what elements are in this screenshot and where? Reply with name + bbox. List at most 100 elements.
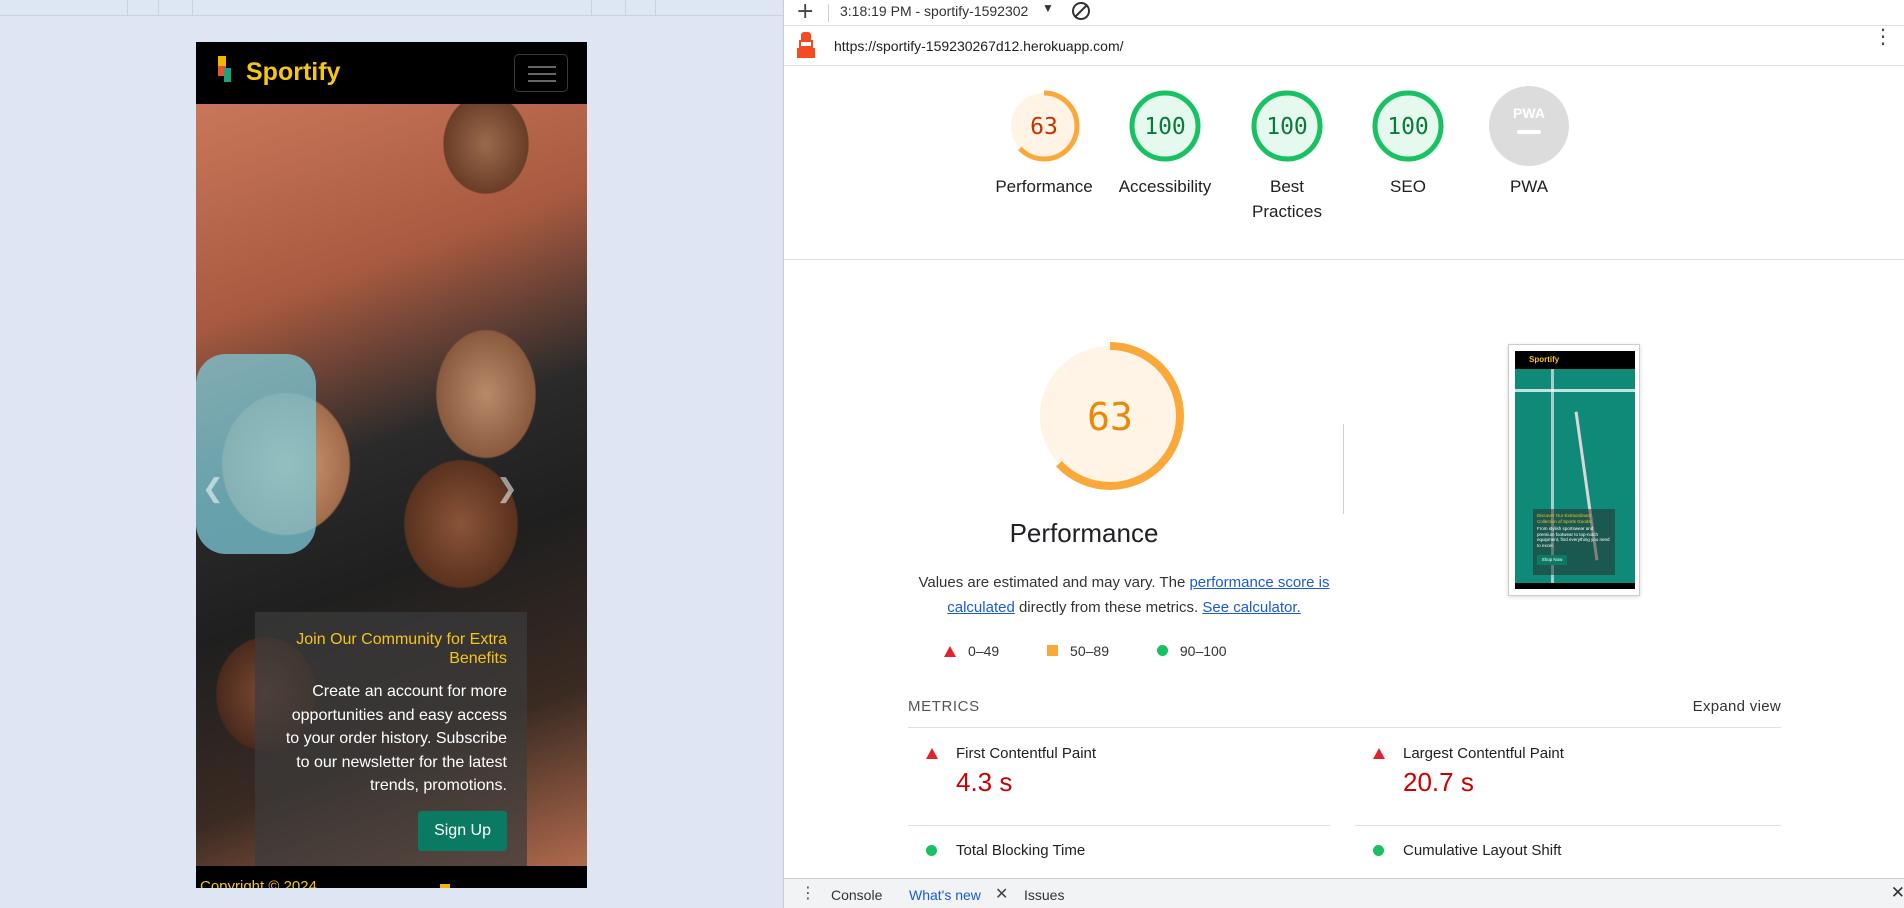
legend-pass: 90–100 bbox=[1156, 643, 1227, 659]
copyright-text: Copyright © 2024 bbox=[200, 878, 317, 888]
ruler-tick bbox=[192, 0, 193, 16]
report-selector[interactable]: 3:18:19 PM - sportify-1592302 bbox=[840, 3, 1040, 19]
footer-logo-icon bbox=[440, 884, 450, 888]
thumbnail-shop-button: Shop Now bbox=[1537, 555, 1567, 565]
logo-icon bbox=[218, 56, 232, 86]
section-divider bbox=[1343, 424, 1344, 514]
performance-big-gauge: 63 bbox=[1036, 342, 1184, 490]
accessibility-gauge-ring: 100 bbox=[1129, 90, 1201, 162]
caption-title: Join Our Community for Extra Benefits bbox=[296, 631, 507, 667]
metrics-title: METRICS bbox=[908, 698, 980, 715]
chevron-left-icon[interactable]: ❮ bbox=[202, 474, 224, 504]
gauge-score: 100 bbox=[1144, 114, 1186, 140]
ruler-tick bbox=[127, 0, 128, 16]
brand-name[interactable]: Sportify bbox=[246, 58, 340, 87]
expand-view-button[interactable]: Expand view bbox=[1693, 698, 1781, 715]
block-icon[interactable] bbox=[1072, 2, 1090, 20]
fail-triangle-icon bbox=[1373, 748, 1385, 759]
more-options-icon[interactable]: ⋮ bbox=[1873, 26, 1893, 46]
close-tab-icon[interactable]: ✕ bbox=[995, 884, 1008, 903]
gauge-score: 100 bbox=[1266, 114, 1308, 140]
metric-name: First Contentful Paint bbox=[956, 745, 1097, 762]
gauge-best-practices[interactable]: 100 Best Practices bbox=[1227, 90, 1347, 224]
carousel-caption: Join Our Community for Extra Benefits Cr… bbox=[255, 612, 527, 866]
ruler-tick bbox=[158, 0, 159, 16]
plus-icon[interactable]: + bbox=[796, 0, 814, 24]
metrics-header: METRICS Expand view bbox=[908, 698, 1781, 728]
thumbnail-caption-body: From stylish sportswear and premium foot… bbox=[1537, 526, 1610, 548]
performance-title: Performance bbox=[1009, 518, 1159, 548]
legend-label: 0–49 bbox=[968, 643, 1000, 659]
tab-issues[interactable]: Issues bbox=[1024, 887, 1064, 903]
performance-gauge-ring: 63 bbox=[1008, 90, 1080, 162]
gauge-accessibility[interactable]: 100 Accessibility bbox=[1105, 90, 1225, 199]
legend-average: 50–89 bbox=[1047, 643, 1109, 659]
metric-value: 4.3 s bbox=[956, 767, 1013, 797]
thumbnail-footer bbox=[1515, 583, 1635, 589]
navbar-toggler-button[interactable] bbox=[514, 54, 568, 92]
device-preview-pane: Sportify ❮ ❯ Join Our Community for Extr… bbox=[0, 0, 783, 908]
average-square-icon bbox=[1047, 645, 1059, 656]
drawer-menu-icon[interactable]: ⋮ bbox=[800, 883, 816, 902]
final-screenshot-thumbnail[interactable]: Sportify Discover Our Extraordinary Coll… bbox=[1508, 344, 1640, 596]
gauge-label: PWA bbox=[1509, 177, 1549, 196]
ruler bbox=[0, 0, 783, 16]
fail-triangle-icon bbox=[926, 748, 938, 759]
thumbnail-navbar: Sportify bbox=[1515, 351, 1635, 369]
metric-name: Cumulative Layout Shift bbox=[1403, 842, 1562, 859]
thumbnail-caption-title: Discover Our Extraordinary Collection of… bbox=[1537, 513, 1592, 524]
site-footer: Copyright © 2024 bbox=[196, 866, 587, 888]
metric-name: Largest Contentful Paint bbox=[1403, 745, 1564, 762]
gauge-performance[interactable]: 63 Performance bbox=[984, 90, 1104, 199]
category-gauges: 63 Performance 100 Accessibility 100 Bes… bbox=[784, 66, 1904, 260]
gauge-label: SEO bbox=[1390, 177, 1426, 196]
dropdown-caret-icon[interactable]: ▼ bbox=[1042, 1, 1054, 15]
thumbnail-caption: Discover Our Extraordinary Collection of… bbox=[1533, 509, 1615, 575]
chevron-right-icon[interactable]: ❯ bbox=[496, 474, 518, 504]
pass-circle-icon bbox=[1373, 845, 1384, 856]
report-url-bar: https://sportify-159230267d12.herokuapp.… bbox=[784, 26, 1904, 66]
court-line bbox=[1515, 389, 1635, 392]
hero-carousel: ❮ ❯ Join Our Community for Extra Benefit… bbox=[196, 104, 587, 866]
report-url[interactable]: https://sportify-159230267d12.herokuapp.… bbox=[834, 38, 1124, 54]
thumbnail-screen: Sportify Discover Our Extraordinary Coll… bbox=[1515, 351, 1635, 589]
gauge-label: Best Practices bbox=[1252, 177, 1322, 221]
toolbar-divider bbox=[828, 4, 829, 22]
pwa-badge-text: PWA bbox=[1513, 105, 1545, 121]
metric-name: Total Blocking Time bbox=[956, 842, 1086, 859]
legend-label: 50–89 bbox=[1070, 643, 1109, 659]
hero-image-detail bbox=[196, 354, 316, 554]
sign-up-button[interactable]: Sign Up bbox=[418, 811, 507, 851]
best-practices-gauge-ring: 100 bbox=[1251, 90, 1323, 162]
gauge-score: 100 bbox=[1387, 114, 1429, 140]
performance-description: Values are estimated and may vary. The p… bbox=[914, 570, 1334, 620]
see-calculator-link[interactable]: See calculator. bbox=[1202, 599, 1300, 616]
gauge-seo[interactable]: 100 SEO bbox=[1348, 90, 1468, 199]
caption-body: Create an account for more opportunities… bbox=[285, 683, 507, 794]
performance-big-score: 63 bbox=[1087, 395, 1133, 439]
ruler-tick bbox=[591, 0, 592, 16]
metric-fcp: First Contentful Paint 4.3 s bbox=[908, 729, 1330, 826]
lighthouse-toolbar: + 3:18:19 PM - sportify-1592302 ▼ bbox=[784, 0, 1904, 26]
ruler-tick bbox=[655, 0, 656, 16]
tab-whats-new[interactable]: What's new bbox=[909, 887, 981, 903]
score-legend: 0–49 50–89 90–100 bbox=[944, 643, 1271, 659]
lighthouse-icon bbox=[797, 32, 815, 58]
desc-text: Values are estimated and may vary. The bbox=[918, 574, 1190, 591]
tab-console[interactable]: Console bbox=[831, 887, 882, 903]
thumbnail-brand: Sportify bbox=[1529, 355, 1560, 364]
devtools-lighthouse-panel: + 3:18:19 PM - sportify-1592302 ▼ https:… bbox=[783, 0, 1904, 908]
pass-circle-icon bbox=[926, 845, 937, 856]
site-navbar: Sportify bbox=[196, 42, 587, 104]
legend-fail: 0–49 bbox=[944, 643, 999, 659]
fail-triangle-icon bbox=[944, 646, 956, 657]
mobile-viewport: Sportify ❮ ❯ Join Our Community for Extr… bbox=[196, 42, 587, 888]
legend-label: 90–100 bbox=[1179, 643, 1227, 659]
pass-circle-icon bbox=[1156, 645, 1168, 656]
gauge-label: Accessibility bbox=[1118, 177, 1212, 196]
gauge-pwa[interactable]: PWA PWA bbox=[1469, 86, 1589, 199]
pwa-badge-icon: PWA bbox=[1489, 86, 1569, 166]
close-drawer-icon[interactable]: ✕ bbox=[1891, 883, 1904, 903]
metric-lcp: Largest Contentful Paint 20.7 s bbox=[1355, 729, 1781, 826]
gauge-label: Performance bbox=[995, 177, 1093, 196]
